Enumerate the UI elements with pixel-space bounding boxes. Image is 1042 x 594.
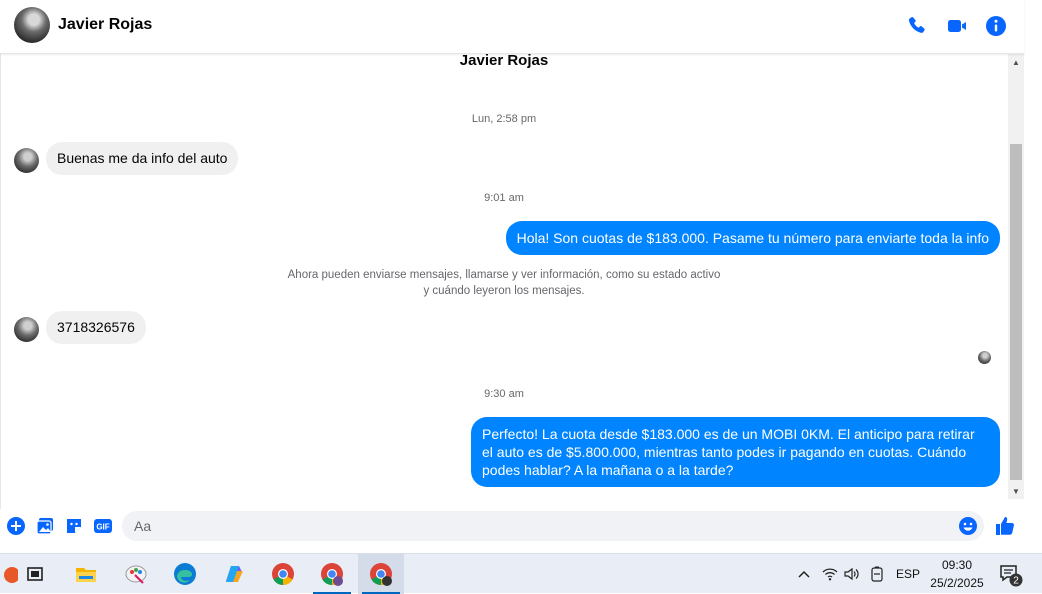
plus-icon[interactable] <box>6 516 26 536</box>
phone-icon[interactable] <box>905 14 929 38</box>
window-edge <box>1024 0 1042 553</box>
copilot-icon[interactable] <box>211 554 257 594</box>
scroll-down-arrow-icon[interactable]: ▼ <box>1008 483 1024 499</box>
conversation-title: Javier Rojas <box>459 54 549 69</box>
gif-label: GIF <box>96 523 109 532</box>
contact-name[interactable]: Javier Rojas <box>58 16 152 34</box>
timestamp: 9:30 am <box>484 388 524 400</box>
image-icon[interactable] <box>35 516 55 536</box>
incoming-message[interactable]: 3718326576 <box>46 311 146 344</box>
clock-time: 09:30 <box>941 558 973 572</box>
clock-date: 25/2/2025 <box>930 576 984 590</box>
scroll-thumb[interactable] <box>1010 144 1022 480</box>
message-input-box[interactable] <box>122 511 984 541</box>
chat-header: Javier Rojas <box>0 0 1024 54</box>
wifi-icon[interactable] <box>822 554 838 594</box>
scrollbar[interactable]: ▲ ▼ <box>1008 54 1024 499</box>
privacy-notice: Ahora pueden enviarse mensajes, llamarse… <box>0 267 1008 299</box>
seen-avatar <box>978 351 991 364</box>
notice-line-2: y cuándo leyeron los mensajes. <box>423 285 585 297</box>
video-icon[interactable] <box>945 14 969 38</box>
notification-center-icon[interactable]: 2 <box>998 562 1024 588</box>
battery-icon[interactable] <box>870 554 884 594</box>
timestamp: Lun, 2:58 pm <box>471 113 537 125</box>
notice-line-1: Ahora pueden enviarse mensajes, llamarse… <box>287 269 721 281</box>
show-hidden-icons-chevron-icon[interactable] <box>797 554 811 594</box>
sticker-icon[interactable] <box>64 516 84 536</box>
taskbar: ESP 09:30 25/2/2025 2 <box>0 553 1042 594</box>
outgoing-message[interactable]: Hola! Son cuotas de $183.000. Pasame tu … <box>505 221 1000 255</box>
incoming-message[interactable]: Buenas me da info del auto <box>46 142 239 175</box>
message-list[interactable]: Javier Rojas Lun, 2:58 pm Buenas me da i… <box>0 54 1008 509</box>
chrome-profile-2-icon[interactable] <box>358 554 404 594</box>
edge-icon[interactable] <box>162 554 208 594</box>
chrome-profile-1-icon[interactable] <box>309 554 355 594</box>
gif-icon[interactable]: GIF <box>93 516 113 536</box>
thumbs-up-icon[interactable] <box>994 515 1016 537</box>
contact-avatar[interactable] <box>14 7 50 43</box>
sender-avatar[interactable] <box>14 317 39 342</box>
sender-avatar[interactable] <box>14 148 39 173</box>
task-view-icon[interactable] <box>12 554 58 594</box>
file-explorer-icon[interactable] <box>63 554 109 594</box>
info-icon[interactable] <box>984 14 1008 38</box>
emoji-icon[interactable] <box>958 516 978 536</box>
scroll-up-arrow-icon[interactable]: ▲ <box>1008 54 1024 70</box>
paint-icon[interactable] <box>113 554 159 594</box>
language-indicator[interactable]: ESP <box>896 554 920 594</box>
timestamp: 9:01 am <box>484 192 524 204</box>
clock[interactable]: 09:30 25/2/2025 <box>926 556 988 592</box>
message-input[interactable] <box>134 517 954 535</box>
outgoing-message[interactable]: Perfecto! La cuota desde $183.000 es de … <box>471 417 1000 487</box>
notification-count: 2 <box>1013 576 1019 587</box>
composer: GIF <box>0 509 1024 543</box>
chrome-icon[interactable] <box>260 554 306 594</box>
volume-icon[interactable] <box>844 554 860 594</box>
